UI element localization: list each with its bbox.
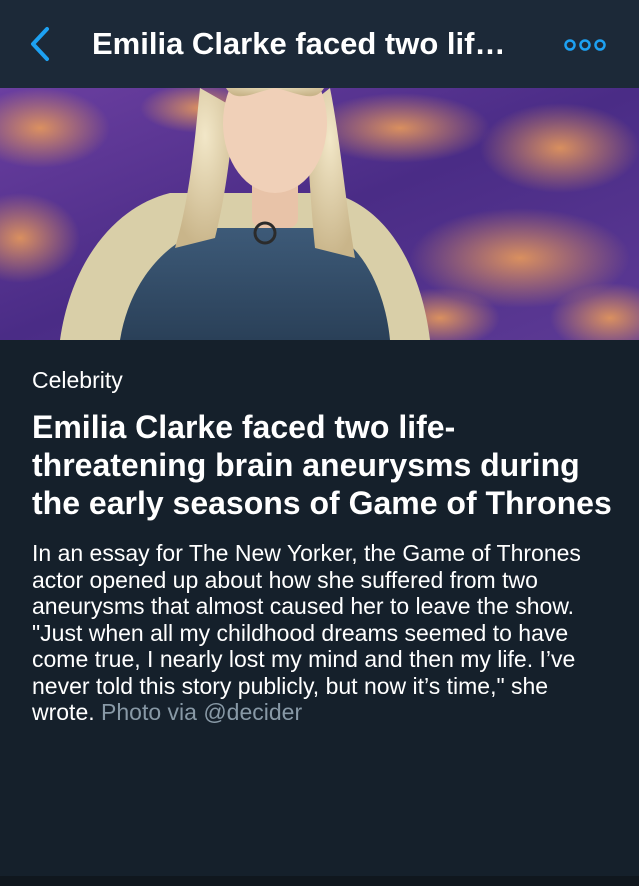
- moment-screen: Emilia Clarke faced two lif… Celebrity E…: [0, 0, 639, 886]
- more-options-button[interactable]: [560, 30, 610, 60]
- category-label: Celebrity: [32, 367, 123, 393]
- article-headline: Emilia Clarke faced two life-threatening…: [32, 409, 612, 521]
- nav-header: Emilia Clarke faced two lif…: [0, 0, 639, 88]
- chevron-left-icon: [31, 27, 49, 61]
- photo-emilia-clarke: [0, 88, 639, 340]
- back-button[interactable]: [20, 22, 60, 66]
- article-body-text: In an essay for The New Yorker, the Game…: [32, 540, 581, 725]
- more-options-icon: [564, 39, 606, 51]
- photo-credit[interactable]: Photo via @decider: [101, 699, 302, 725]
- article-content: Celebrity Emilia Clarke faced two life-t…: [32, 340, 612, 726]
- hero-image[interactable]: [0, 88, 639, 340]
- bottom-divider: [0, 876, 639, 886]
- article-body: In an essay for The New Yorker, the Game…: [32, 540, 612, 726]
- header-title: Emilia Clarke faced two lif…: [92, 26, 506, 61]
